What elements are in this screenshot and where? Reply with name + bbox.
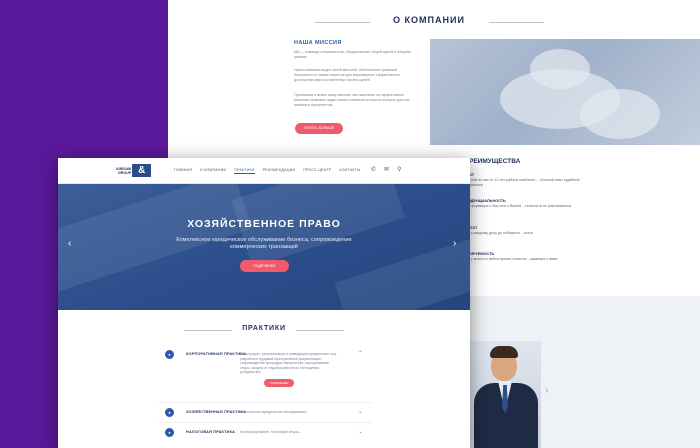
advantage-item: ЬТАТ ...к каждому делу до победного ...ьт… — [468, 226, 533, 235]
practice-description: Консультирование, налоговые споры... — [240, 430, 302, 434]
logo-mark: & — [132, 164, 152, 177]
nav-item-practices[interactable]: ПРАКТИКИ — [234, 168, 255, 174]
nav-item-contacts[interactable]: КОНТАКТЫ — [339, 168, 360, 174]
practice-icon: ● — [165, 408, 174, 417]
practice-item-tax[interactable]: ● НАЛОГОВАЯ ПРАКТИКА Консультирование, н… — [158, 428, 372, 440]
about-section-header: О КОМПАНИИ — [168, 14, 700, 30]
chevron-down-icon[interactable]: ⌄ — [358, 428, 363, 435]
chevron-up-icon[interactable]: ⌃ — [358, 350, 363, 357]
mission-paragraph: Пригашаем в жизнь нашу миссию, мы нацеле… — [294, 93, 410, 107]
advantage-item: ЫТ ...ной из нас не 12 лет работы наиболе… — [468, 173, 580, 187]
practices-page-preview: IURISAM GROUP & ГЛАВНАЯ О КОМПАНИИ ПРАКТ… — [58, 158, 470, 448]
practice-details-button[interactable]: ПОДРОБНЕЕ — [264, 379, 294, 387]
hero-prev-arrow-icon[interactable]: ‹ — [68, 238, 71, 249]
practice-item-corporate[interactable]: ● КОРПОРАТИВНАЯ ПРАКТИКА Регистрация, ре… — [158, 350, 372, 394]
logo-text-line: IURISAM — [116, 166, 132, 171]
practice-description: Комплексное юридическое обслуживание... — [240, 410, 309, 414]
title-divider-right — [296, 330, 344, 331]
logo[interactable]: IURISAM GROUP & — [116, 164, 152, 177]
nav-item-recommendations[interactable]: РЕКОМЕНДАЦИИ — [263, 168, 296, 174]
search-icon[interactable]: ⚲ — [397, 166, 401, 173]
hero-slider: ‹ ХОЗЯЙСТВЕННОЕ ПРАВО Комплексное юридич… — [58, 184, 470, 310]
read-more-button[interactable]: ЧИТАТЬ БОЛЬШЕ — [295, 123, 343, 134]
team-member-photo — [470, 341, 541, 448]
team-hands-image — [430, 39, 700, 145]
title-divider-left — [315, 22, 370, 23]
mission-paragraph: Наша компания видит своей миссией: обесп… — [294, 68, 401, 82]
advantages-title: РЕИМУЩЕСТВА — [469, 158, 521, 165]
practice-name: НАЛОГОВАЯ ПРАКТИКА — [186, 430, 236, 434]
mission-title: НАША МИССИЯ — [294, 40, 342, 46]
title-divider-left — [184, 330, 232, 331]
practice-name: ХОЗЯЙСТВЕННАЯ ПРАКТИКА — [186, 410, 246, 414]
logo-text-line: GROUP — [118, 170, 132, 175]
chevron-down-icon[interactable]: ⌄ — [358, 408, 363, 415]
team-next-arrow-icon[interactable]: › — [545, 385, 548, 396]
nav-menu: ГЛАВНАЯ О КОМПАНИИ ПРАКТИКИ РЕКОМЕНДАЦИИ… — [174, 168, 360, 174]
top-navigation: IURISAM GROUP & ГЛАВНАЯ О КОМПАНИИ ПРАКТ… — [58, 158, 470, 184]
advantage-item: ИДЕНЦИАЛЬНОСТЬ ...формация о Вас или о Ва… — [468, 199, 571, 208]
practice-icon: ● — [165, 350, 174, 359]
hero-subtitle: Комплексное юридическое обслуживание биз… — [176, 237, 352, 250]
divider — [158, 422, 372, 423]
practice-item-economic[interactable]: ● ХОЗЯЙСТВЕННАЯ ПРАКТИКА Комплексное юри… — [158, 408, 372, 420]
phone-icon[interactable]: ✆ — [371, 166, 376, 173]
nav-item-about[interactable]: О КОМПАНИИ — [200, 168, 226, 174]
practice-name: КОРПОРАТИВНАЯ ПРАКТИКА — [186, 352, 246, 356]
hero-next-arrow-icon[interactable]: › — [453, 238, 456, 249]
hero-details-button[interactable]: ПОДРОБНЕЕ — [240, 260, 289, 272]
practices-header: ПРАКТИКИ — [58, 324, 470, 336]
title-divider-right — [489, 22, 544, 23]
nav-item-press-center[interactable]: ПРЕСС-ЦЕНТР — [303, 168, 331, 174]
mail-icon[interactable]: ✉ — [384, 166, 389, 173]
nav-icons: ✆ ✉ ⚲ — [371, 166, 401, 173]
mission-paragraph: Мы — команда специалистов, объединенных … — [294, 50, 411, 59]
divider — [158, 402, 372, 403]
nav-item-home[interactable]: ГЛАВНАЯ — [174, 168, 192, 174]
advantage-item: ТИРУЕМОСТЬ ...у можно в любое время, клие… — [468, 252, 558, 261]
practice-icon: ● — [165, 428, 174, 437]
practice-description: Регистрация, реорганизация и ликвидация … — [240, 352, 337, 375]
hero-title: ХОЗЯЙСТВЕННОЕ ПРАВО — [187, 218, 341, 230]
practices-title: ПРАКТИКИ — [242, 325, 286, 332]
about-section-title: О КОМПАНИИ — [393, 15, 465, 25]
